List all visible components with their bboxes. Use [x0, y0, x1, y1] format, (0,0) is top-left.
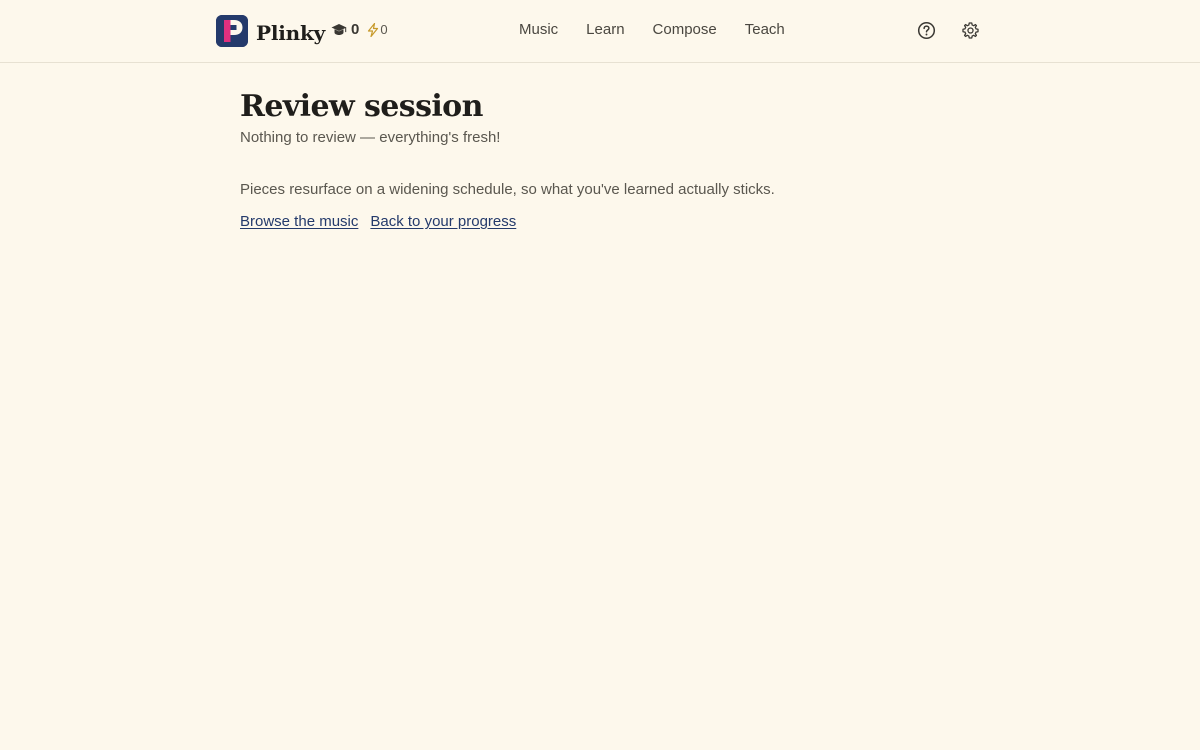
streak-stat[interactable]: 0: [367, 22, 388, 37]
back-to-progress-link[interactable]: Back to your progress: [370, 212, 516, 232]
xp-stat[interactable]: 0: [331, 21, 359, 38]
help-circle-icon: [917, 21, 935, 39]
nav-item-music[interactable]: Music: [519, 21, 558, 38]
streak-value: 0: [380, 22, 388, 37]
help-button[interactable]: [916, 20, 936, 40]
graduation-cap-icon: [331, 23, 347, 37]
gear-icon: [961, 21, 979, 39]
review-explainer-text: Pieces resurface on a widening schedule,…: [240, 181, 775, 198]
settings-button[interactable]: [960, 20, 980, 40]
nav-item-learn[interactable]: Learn: [586, 21, 624, 38]
brand-name: Plinky: [256, 21, 326, 45]
user-stats: 0 0: [331, 21, 388, 38]
top-navigation-bar: Plinky 0 0 Music Learn Compose Teach: [0, 0, 1200, 63]
empty-state-subtitle: Nothing to review — everything's fresh!: [240, 129, 501, 146]
page-title: Review session: [240, 89, 483, 124]
lightning-bolt-icon: [367, 22, 379, 37]
main-navigation: Music Learn Compose Teach: [519, 21, 785, 38]
review-session-content: Review session Nothing to review — every…: [240, 88, 960, 232]
nav-item-compose[interactable]: Compose: [653, 21, 717, 38]
action-links: Browse the music Back to your progress: [240, 212, 960, 232]
browse-music-link[interactable]: Browse the music: [240, 212, 358, 232]
xp-value: 0: [351, 21, 360, 38]
brand-home-link[interactable]: Plinky: [216, 15, 325, 47]
plinky-logo-icon: [216, 15, 248, 47]
nav-item-teach[interactable]: Teach: [745, 21, 785, 38]
